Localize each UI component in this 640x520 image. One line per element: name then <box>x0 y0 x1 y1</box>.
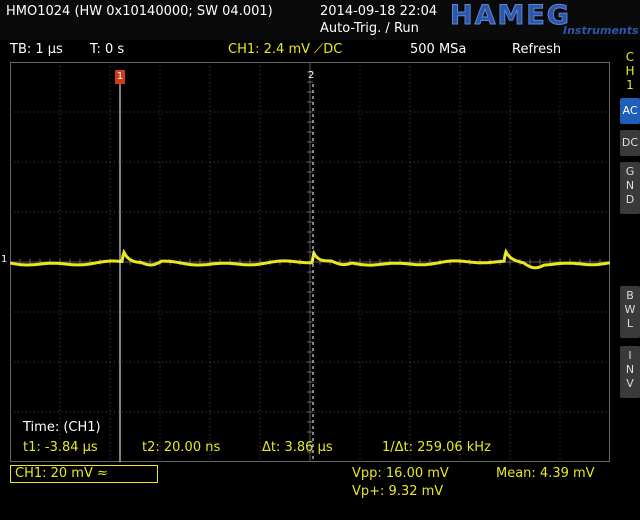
trigger-time-readout[interactable]: T: 0 s <box>90 42 124 57</box>
button-letter: N <box>625 363 635 376</box>
status-bar: TB: 1 µs T: 0 s CH1: 2.4 mV ⟋DC 500 MSa … <box>0 40 618 60</box>
invert-button[interactable]: I N V <box>620 346 640 398</box>
scope-graticule <box>10 62 610 462</box>
acquisition-mode[interactable]: Refresh <box>512 42 561 57</box>
button-letter: D <box>625 193 635 206</box>
mean-measurement: Mean: 4.39 mV <box>496 466 595 481</box>
cursor-dt-readout: Δt: 3.86 µs <box>262 440 333 455</box>
brand-logo: HAMEG <box>450 0 571 32</box>
cursor-t1-readout: t1: -3.84 µs <box>23 440 98 455</box>
brand-subtitle: Instruments <box>563 24 639 37</box>
ch1-reference-marker[interactable]: 1 <box>1 254 7 265</box>
cursor2-marker[interactable]: 2 <box>308 70 314 81</box>
channel-sidebar: C H 1 AC DC G N D B W L I N V <box>620 46 640 466</box>
bottom-bar: CH1: 20 mV ≈ Vpp: 16.00 mV Vp+: 9.32 mV … <box>0 462 640 520</box>
device-info: HMO1024 (HW 0x10140000; SW 04.001) <box>6 4 273 19</box>
vp-plus-measurement: Vp+: 9.32 mV <box>352 484 444 499</box>
coupling-gnd-button[interactable]: G N D <box>620 162 640 214</box>
waveform-display[interactable]: 1 2 1 Time: (CH1) t1: -3.84 µs t2: 20.00… <box>1 62 610 462</box>
datetime: 2014-09-18 22:04 <box>320 4 438 19</box>
button-letter: G <box>625 165 635 178</box>
button-letter: N <box>625 179 635 192</box>
channel-label: C H 1 <box>620 46 640 92</box>
button-letter: I <box>628 349 632 362</box>
coupling-dc-button[interactable]: DC <box>620 130 640 156</box>
button-letter: W <box>624 303 636 316</box>
coupling-ac-button[interactable]: AC <box>620 98 640 124</box>
top-header: HMO1024 (HW 0x10140000; SW 04.001) 2014-… <box>0 0 640 40</box>
button-letter: B <box>626 289 634 302</box>
channel-letter: 1 <box>626 78 634 92</box>
ch1-setting-box[interactable]: CH1: 20 mV ≈ <box>10 465 158 483</box>
cursor-time-title: Time: (CH1) <box>23 420 101 435</box>
vpp-measurement: Vpp: 16.00 mV <box>352 466 449 481</box>
bandwidth-limit-button[interactable]: B W L <box>620 286 640 338</box>
button-letter: V <box>626 377 634 390</box>
trigger-setting-readout[interactable]: CH1: 2.4 mV ⟋DC <box>228 42 342 57</box>
channel-letter: H <box>625 64 635 78</box>
button-letter: L <box>626 317 634 330</box>
trigger-mode: Auto-Trig. / Run <box>320 21 419 36</box>
cursor1-marker[interactable]: 1 <box>115 70 125 84</box>
cursor-inv-dt-readout: 1/Δt: 259.06 kHz <box>382 440 491 455</box>
sample-rate-readout[interactable]: 500 MSa <box>410 42 466 57</box>
channel-letter: C <box>625 50 635 64</box>
timebase-readout[interactable]: TB: 1 µs <box>10 42 63 57</box>
cursor-t2-readout: t2: 20.00 ns <box>142 440 221 455</box>
time-cursors <box>119 84 314 462</box>
